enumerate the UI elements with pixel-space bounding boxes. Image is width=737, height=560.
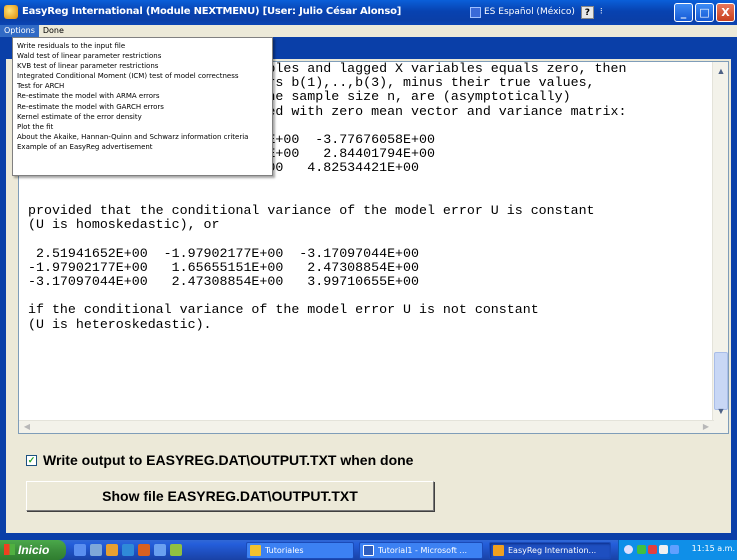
word-icon	[363, 545, 374, 556]
easyreg-icon	[493, 545, 504, 556]
task-tutoriales[interactable]: Tutoriales	[246, 542, 354, 559]
menu-item-info-criteria[interactable]: About the Akaike, Hannan-Quinn and Schwa…	[13, 132, 272, 142]
quicklaunch-ie-icon[interactable]	[122, 544, 134, 556]
scroll-left-icon[interactable]: ◀	[20, 421, 34, 433]
tray-app-icon[interactable]	[659, 545, 668, 554]
menu-done[interactable]: Done	[39, 25, 68, 37]
keyboard-icon	[470, 6, 481, 18]
menu-item-arch-test[interactable]: Test for ARCH	[13, 81, 272, 91]
menu-item-plot-fit[interactable]: Plot the fit	[13, 122, 272, 132]
window-controls: _ □ X	[674, 3, 735, 22]
quicklaunch-back-icon[interactable]	[154, 544, 166, 556]
title-bar: EasyReg International (Module NEXTMENU) …	[0, 0, 737, 25]
tray-network-icon[interactable]	[637, 545, 646, 554]
close-button[interactable]: X	[716, 3, 735, 22]
language-options-icon[interactable]: ⁝	[600, 7, 603, 17]
folder-icon	[250, 545, 261, 556]
show-file-button[interactable]: Show file EASYREG.DAT\OUTPUT.TXT	[26, 481, 434, 511]
menu-item-arma-reestimate[interactable]: Re-estimate the model with ARMA errors	[13, 91, 272, 101]
task-easyreg[interactable]: EasyReg Internation...	[489, 542, 611, 559]
write-output-checkbox-row[interactable]: ✓ Write output to EASYREG.DAT\OUTPUT.TXT…	[26, 452, 413, 468]
language-bar[interactable]: ES Español (México) ? ⁝	[470, 3, 603, 21]
taskbar-clock: 11:15 a.m.	[691, 544, 735, 553]
menu-options[interactable]: Options	[0, 25, 39, 37]
tray-expand-icon[interactable]	[624, 545, 633, 554]
menu-item-advertisement[interactable]: Example of an EasyReg advertisement	[13, 142, 272, 152]
horizontal-scrollbar[interactable]: ◀ ▶	[19, 420, 714, 433]
menu-bar: Options Done	[0, 25, 737, 37]
quicklaunch-media-icon[interactable]	[106, 544, 118, 556]
options-dropdown-menu: Write residuals to the input file Wald t…	[12, 37, 273, 176]
output-line: -1.97902177E+00 1.65655151E+00 2.4730885…	[28, 259, 419, 275]
task-label: EasyReg Internation...	[508, 546, 597, 555]
task-word-tutorial1[interactable]: Tutorial1 - Microsoft ...	[359, 542, 483, 559]
taskbar: Inicio Tutoriales Tutorial1 - Microsoft …	[0, 540, 737, 560]
scroll-thumb[interactable]	[714, 352, 728, 410]
output-line: -3.17097044E+00 2.47308854E+00 3.9971065…	[28, 274, 419, 290]
start-label: Inicio	[18, 543, 50, 557]
maximize-button[interactable]: □	[695, 3, 714, 22]
quicklaunch-app-icon[interactable]	[138, 544, 150, 556]
easyreg-app-icon[interactable]	[4, 5, 18, 19]
menu-item-icm-test[interactable]: Integrated Conditional Moment (ICM) test…	[13, 71, 272, 81]
window-title: EasyReg International (Module NEXTMENU) …	[22, 6, 402, 17]
write-output-label[interactable]: Write output to EASYREG.DAT\OUTPUT.TXT w…	[43, 452, 413, 468]
tray-security-icon[interactable]	[648, 545, 657, 554]
language-label[interactable]: ES Español (México)	[484, 7, 575, 17]
output-line: (U is heteroskedastic).	[28, 316, 212, 332]
menu-item-kvb-test[interactable]: KVB test of linear parameter restriction…	[13, 61, 272, 71]
scroll-right-icon[interactable]: ▶	[699, 421, 713, 433]
menu-item-write-residuals[interactable]: Write residuals to the input file	[13, 41, 272, 51]
output-line: 2.51941652E+00 -1.97902177E+00 -3.170970…	[28, 245, 419, 261]
scroll-down-icon[interactable]: ▼	[714, 404, 728, 418]
output-line: provided that the conditional variance o…	[28, 203, 595, 219]
menu-item-wald-test[interactable]: Wald test of linear parameter restrictio…	[13, 51, 272, 61]
tray-volume-icon[interactable]	[670, 545, 679, 554]
quicklaunch-extra-icon[interactable]	[170, 544, 182, 556]
menu-item-kernel-density[interactable]: Kernel estimate of the error density	[13, 112, 272, 122]
scroll-up-icon[interactable]: ▲	[714, 64, 728, 78]
vertical-scrollbar[interactable]: ▲ ▼	[712, 62, 728, 433]
system-tray: 11:15 a.m.	[618, 540, 737, 560]
write-output-checkbox[interactable]: ✓	[26, 454, 37, 466]
quicklaunch-arrow-icon[interactable]	[74, 544, 86, 556]
quicklaunch-desktop-icon[interactable]	[90, 544, 102, 556]
task-label: Tutoriales	[265, 546, 304, 555]
start-button[interactable]: Inicio	[0, 540, 66, 560]
task-label: Tutorial1 - Microsoft ...	[378, 546, 468, 555]
output-line: if the conditional variance of the model…	[28, 302, 539, 318]
windows-logo-icon	[4, 544, 15, 555]
minimize-button[interactable]: _	[674, 3, 693, 22]
help-icon[interactable]: ?	[580, 5, 594, 19]
output-line: (U is homoskedastic), or	[28, 217, 220, 233]
menu-item-garch-reestimate[interactable]: Re-estimate the model with GARCH errors	[13, 102, 272, 112]
